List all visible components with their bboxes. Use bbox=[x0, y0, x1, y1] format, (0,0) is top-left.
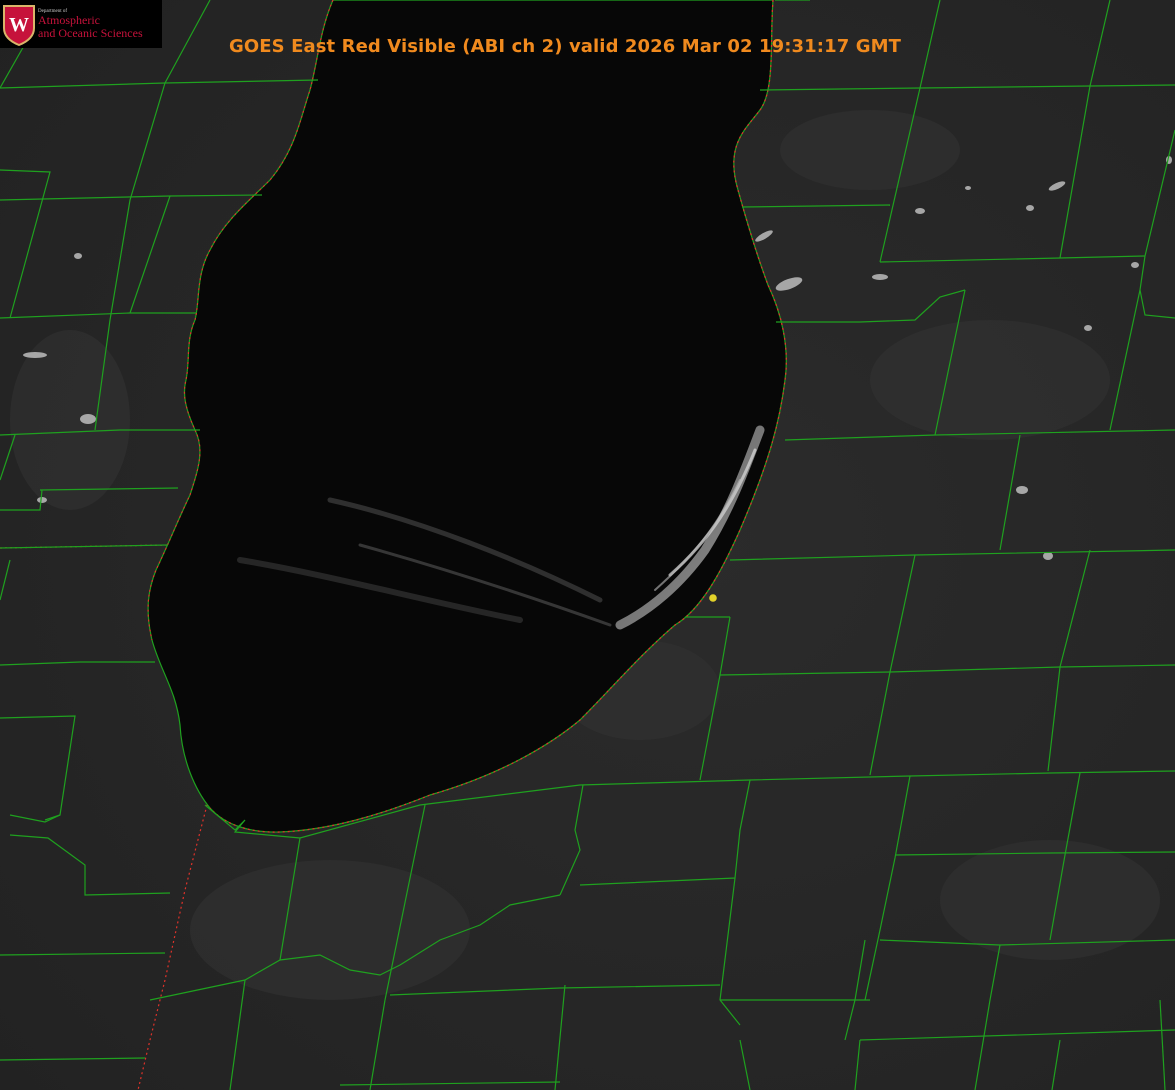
logo-line-2: and Oceanic Sciences bbox=[38, 25, 143, 40]
aos-logo[interactable]: W Department of Atmospheric and Oceanic … bbox=[0, 0, 162, 48]
logo-line-1: Atmospheric bbox=[38, 13, 100, 28]
uw-crest-icon: W bbox=[3, 5, 35, 46]
image-title: GOES East Red Visible (ABI ch 2) valid 2… bbox=[229, 36, 901, 57]
satellite-map bbox=[0, 0, 1175, 1090]
crest-letter: W bbox=[9, 14, 29, 36]
location-marker bbox=[709, 594, 717, 602]
